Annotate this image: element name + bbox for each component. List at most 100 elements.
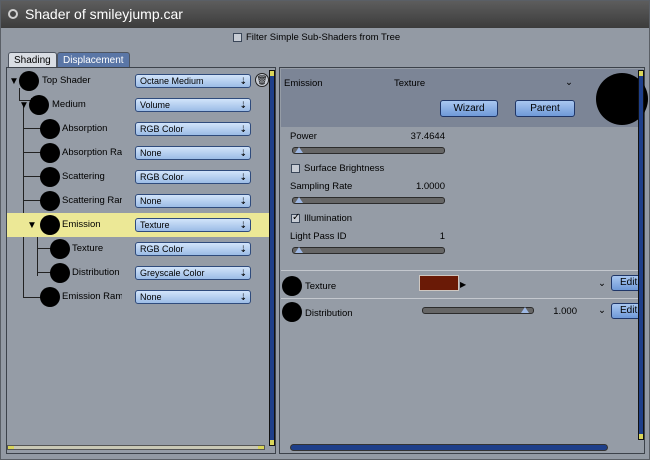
caret-right-icon: ▶ bbox=[460, 280, 467, 289]
shader-ball-icon bbox=[40, 143, 60, 163]
illumination-toggle[interactable]: Illumination bbox=[291, 212, 353, 224]
tree-row-label: Scattering bbox=[62, 171, 105, 182]
shader-ball-icon bbox=[40, 215, 60, 235]
collapse-arrow-icon[interactable]: ▼ bbox=[19, 100, 29, 111]
sampling-rate-value: 1.0000 bbox=[415, 181, 445, 192]
collapse-arrow-icon[interactable]: ▼ bbox=[27, 220, 37, 231]
chevron-down-icon[interactable]: ⌄ bbox=[565, 77, 573, 88]
power-value: 37.4644 bbox=[410, 131, 445, 142]
sampling-rate-label: Sampling Rate bbox=[290, 181, 353, 192]
chevron-down-icon: ⇣ bbox=[239, 196, 247, 206]
chevron-down-icon: ⇣ bbox=[239, 124, 247, 134]
close-icon[interactable] bbox=[8, 9, 18, 19]
chevron-down-icon: ⇣ bbox=[239, 244, 247, 254]
texture-color-swatch[interactable] bbox=[419, 275, 459, 291]
header-label: Emission bbox=[284, 78, 323, 89]
properties-vertical-scrollbar[interactable] bbox=[638, 70, 644, 440]
power-label: Power bbox=[290, 131, 317, 142]
properties-horizontal-scrollbar[interactable] bbox=[290, 444, 608, 451]
tree-row-label: Scattering Rar bbox=[62, 195, 122, 206]
shader-ball-icon bbox=[40, 287, 60, 307]
light-pass-id-value: 1 bbox=[439, 231, 445, 242]
shader-ball-icon bbox=[19, 71, 39, 91]
surface-brightness-toggle[interactable]: Surface Brightness bbox=[291, 163, 384, 174]
light-pass-id-label: Light Pass ID bbox=[290, 231, 347, 242]
tree-row-emission-ramp[interactable]: Emission Ram None ⇣ bbox=[7, 285, 269, 309]
chevron-down-icon: ⇣ bbox=[239, 100, 247, 110]
light-pass-id-slider[interactable] bbox=[292, 247, 445, 254]
tree-row-top-shader[interactable]: ▼ Top Shader Octane Medium ⇣ 🗑 bbox=[7, 69, 269, 93]
shader-window: Shader of smileyjump.car Filter Simple S… bbox=[0, 0, 650, 460]
chevron-down-icon: ⇣ bbox=[239, 292, 247, 302]
tree-horizontal-scrollbar[interactable] bbox=[7, 445, 265, 450]
filter-label: Filter Simple Sub-Shaders from Tree bbox=[246, 32, 401, 43]
distribution-value: 1.000 bbox=[553, 306, 577, 317]
tree-row-medium[interactable]: ▼ Medium Volume ⇣ bbox=[7, 93, 269, 117]
shader-ball-icon bbox=[29, 95, 49, 115]
tree-row-texture[interactable]: Texture RGB Color ⇣ bbox=[7, 237, 269, 261]
shader-tree-panel: ▼ Top Shader Octane Medium ⇣ 🗑 ▼ Medium V… bbox=[6, 67, 276, 454]
chevron-down-icon: ⇣ bbox=[239, 148, 247, 158]
shader-properties-panel: Emission Texture ⌄ Wizard Parent Power 3… bbox=[279, 67, 648, 454]
shader-ball-icon bbox=[50, 263, 70, 283]
texture-dropdown[interactable]: RGB Color ⇣ bbox=[135, 242, 251, 256]
tree-row-label: Top Shader bbox=[42, 75, 91, 86]
window-title: Shader of smileyjump.car bbox=[25, 6, 183, 22]
tree-row-label: Texture bbox=[72, 243, 104, 254]
tree-row-distribution[interactable]: Distribution Greyscale Color ⇣ bbox=[7, 261, 269, 285]
illumination-label: Illumination bbox=[304, 213, 353, 224]
tree-row-emission[interactable]: ▼ Emission Texture ⇣ bbox=[7, 213, 269, 237]
tree-row-label: Emission bbox=[62, 219, 101, 230]
sampling-rate-slider[interactable] bbox=[292, 197, 445, 204]
parent-button[interactable]: Parent bbox=[515, 100, 575, 117]
texture-label: Texture bbox=[305, 281, 337, 292]
title-bar: Shader of smileyjump.car bbox=[1, 1, 649, 28]
shader-ball-icon bbox=[40, 191, 60, 211]
emission-header: Emission Texture ⌄ Wizard Parent bbox=[281, 69, 643, 127]
wizard-button[interactable]: Wizard bbox=[440, 100, 498, 117]
tree-row-label: Distribution bbox=[72, 267, 120, 278]
filter-simple-subshaders[interactable]: Filter Simple Sub-Shaders from Tree bbox=[233, 32, 400, 43]
shader-ball-icon bbox=[50, 239, 70, 259]
scattering-dropdown[interactable]: RGB Color ⇣ bbox=[135, 170, 251, 184]
surface-brightness-checkbox[interactable] bbox=[291, 164, 300, 173]
tree-row-label: Absorption bbox=[62, 123, 108, 134]
trash-icon[interactable]: 🗑 bbox=[255, 73, 269, 87]
distribution-edit-button[interactable]: Edit bbox=[611, 303, 641, 319]
chevron-down-icon: ⇣ bbox=[239, 220, 247, 230]
emission-dropdown[interactable]: Texture ⇣ bbox=[135, 218, 251, 232]
absorption-ramp-dropdown[interactable]: None ⇣ bbox=[135, 146, 251, 160]
filter-checkbox[interactable] bbox=[233, 33, 242, 42]
tree-row-absorption[interactable]: Absorption RGB Color ⇣ bbox=[7, 117, 269, 141]
tab-shading[interactable]: Shading bbox=[8, 52, 57, 68]
chevron-down-icon: ⇣ bbox=[239, 172, 247, 182]
tree-vertical-scrollbar[interactable] bbox=[269, 70, 275, 446]
medium-dropdown[interactable]: Volume ⇣ bbox=[135, 98, 251, 112]
chevron-down-icon[interactable]: ⌄ bbox=[598, 278, 606, 289]
tree-row-scattering[interactable]: Scattering RGB Color ⇣ bbox=[7, 165, 269, 189]
distribution-dropdown[interactable]: Greyscale Color ⇣ bbox=[135, 266, 251, 280]
scattering-ramp-dropdown[interactable]: None ⇣ bbox=[135, 194, 251, 208]
tree-row-scattering-ramp[interactable]: Scattering Rar None ⇣ bbox=[7, 189, 269, 213]
chevron-down-icon: ⇣ bbox=[239, 76, 247, 86]
distribution-ball-icon bbox=[282, 302, 302, 322]
tree-row-absorption-ramp[interactable]: Absorption Ra None ⇣ bbox=[7, 141, 269, 165]
tree-row-label: Medium bbox=[52, 99, 86, 110]
illumination-checkbox[interactable] bbox=[291, 212, 300, 223]
header-value: Texture bbox=[394, 78, 426, 89]
chevron-down-icon: ⇣ bbox=[239, 268, 247, 278]
absorption-dropdown[interactable]: RGB Color ⇣ bbox=[135, 122, 251, 136]
collapse-arrow-icon[interactable]: ▼ bbox=[9, 76, 19, 87]
chevron-down-icon[interactable]: ⌄ bbox=[598, 305, 606, 316]
tree-row-label: Absorption Ra bbox=[62, 147, 122, 158]
surface-brightness-label: Surface Brightness bbox=[304, 163, 385, 174]
distribution-label: Distribution bbox=[305, 308, 353, 319]
tab-displacement[interactable]: Displacement bbox=[57, 52, 130, 68]
texture-ball-icon bbox=[282, 276, 302, 296]
texture-edit-button[interactable]: Edit bbox=[611, 275, 641, 291]
power-slider[interactable] bbox=[292, 147, 445, 154]
tree-row-label: Emission Ram bbox=[62, 291, 122, 302]
shader-ball-icon bbox=[40, 119, 60, 139]
emission-ramp-dropdown[interactable]: None ⇣ bbox=[135, 290, 251, 304]
top-shader-dropdown[interactable]: Octane Medium ⇣ bbox=[135, 74, 251, 88]
